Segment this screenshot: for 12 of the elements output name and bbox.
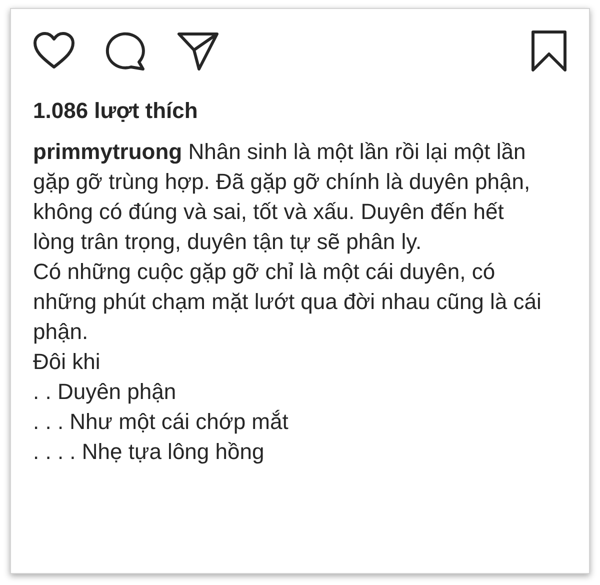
caption-text: . . . Như một cái chớp mắt xyxy=(33,408,290,436)
caption-text: primmytruong Nhân sinh là một lần rồi lại một lần gặp gỡ trùng hợp. Đã gặp gỡ chính là duyên phận, không có đúng và sai, tốt và xấu. Duyên đến hết lòng trân trọng, duyên tận tự sẽ phân ly. xyxy=(33,138,532,256)
caption-text: . . . . Nhẹ tựa lông hồng xyxy=(33,438,266,466)
like-count: 1.086 lượt thích xyxy=(33,97,199,125)
caption-text: Đôi khi xyxy=(33,348,102,376)
caption-text: . . Duyên phận xyxy=(33,378,178,406)
caption-text: Có những cuộc gặp gỡ chỉ là một cái duyên, có những phút chạm mặt lướt qua đời nhau cũng là cái phận. xyxy=(33,258,542,346)
bookmark-icon[interactable] xyxy=(531,30,567,72)
username-link[interactable]: primmytruong xyxy=(33,139,182,164)
send-icon[interactable] xyxy=(177,31,219,71)
heart-icon[interactable] xyxy=(33,32,75,70)
comment-icon[interactable] xyxy=(105,31,147,71)
